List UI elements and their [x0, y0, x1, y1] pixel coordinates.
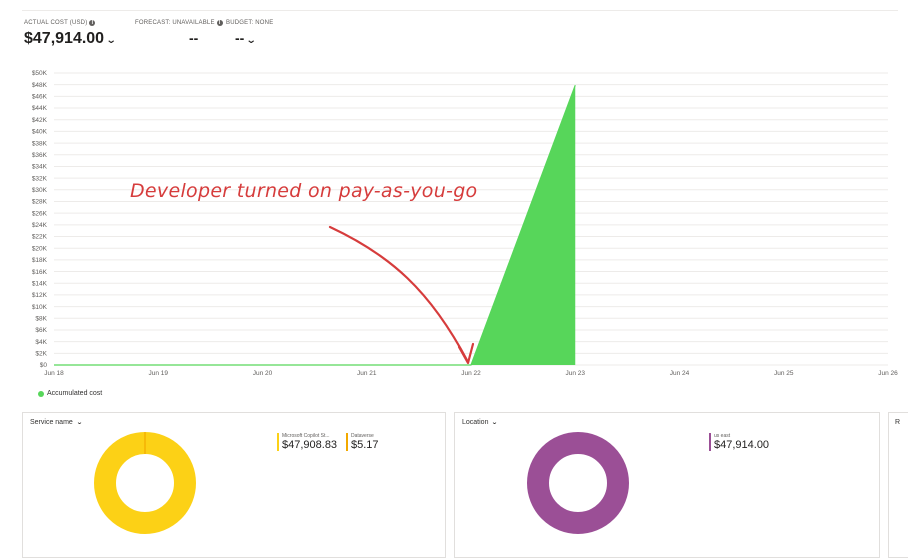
y-tick-label: $10K	[32, 304, 48, 311]
x-tick-label: Jun 22	[461, 370, 481, 377]
x-tick-label: Jun 21	[357, 370, 377, 377]
y-tick-label: $42K	[32, 117, 48, 124]
service-name-header: Service name	[30, 419, 73, 426]
donut-slice-us-east[interactable]	[527, 432, 629, 534]
cost-chart: $0 $2K $4K $6K $8K $10K $12K $14K $16K $18K $20K $2…	[32, 70, 898, 377]
kpi-forecast-value: --	[189, 30, 199, 46]
panel-location: Location ⌄ us east $47,914.00	[454, 412, 880, 558]
kpi-actual-cost-label: ACTUAL COST (USD)	[24, 20, 88, 26]
chevron-down-icon: ⌄	[76, 420, 83, 426]
info-icon[interactable]: i	[89, 20, 96, 26]
y-tick-label: $50K	[32, 70, 48, 77]
x-tick-label: Jun 18	[44, 370, 64, 377]
y-tick-label: $30K	[32, 187, 48, 194]
chart-legend[interactable]: Accumulated cost	[38, 390, 102, 397]
kpi-actual-cost: ACTUAL COST (USD) i $47,914.00 ⌄	[24, 20, 117, 48]
y-tick-label: $18K	[32, 257, 48, 264]
y-tick-label: $36K	[32, 152, 48, 159]
kpi-budget-value-row[interactable]: -- ⌄	[226, 30, 273, 46]
y-tick-label: $22K	[32, 234, 48, 241]
panel-service-name: Service name ⌄ Microsoft Copilot St... $…	[22, 412, 446, 558]
legend-item-value: $47,908.83	[282, 439, 338, 451]
legend-dot	[38, 390, 44, 397]
y-tick-label: $40K	[32, 129, 48, 136]
info-icon[interactable]: i	[216, 20, 223, 26]
legend-label: Accumulated cost	[47, 390, 103, 397]
x-tick-label: Jun 19	[148, 370, 168, 377]
y-tick-label: $6K	[35, 327, 47, 334]
y-tick-label: $16K	[32, 269, 48, 276]
kpi-budget-label: BUDGET: NONE	[226, 20, 274, 26]
y-tick-label: $34K	[32, 164, 48, 171]
y-tick-label: $12K	[32, 292, 48, 299]
service-name-dropdown[interactable]: Service name ⌄	[30, 419, 83, 426]
y-tick-label: $46K	[32, 94, 48, 101]
legend-item-dataverse[interactable]: Dataverse $5.17	[346, 433, 379, 451]
location-dropdown[interactable]: Location ⌄	[462, 419, 498, 426]
x-tick-label: Jun 23	[565, 370, 585, 377]
y-tick-label: $48K	[32, 82, 48, 89]
kpi-budget-value: --	[235, 30, 245, 46]
y-tick-label: $26K	[32, 210, 48, 217]
location-donut[interactable]	[526, 431, 630, 535]
chevron-down-icon[interactable]: ⌄	[106, 35, 117, 46]
y-tick-label: $0	[40, 362, 48, 369]
kpi-forecast-label: FORECAST: UNAVAILABLE	[135, 20, 215, 26]
kpi-actual-cost-value: $47,914.00	[24, 30, 105, 47]
y-tick-label: $20K	[32, 245, 48, 252]
annotation-text: Developer turned on pay-as-you-go	[130, 180, 478, 202]
donut-slice-copilot[interactable]	[94, 432, 196, 534]
location-header: Location	[462, 419, 489, 426]
x-tick-label: Jun 24	[670, 370, 690, 377]
legend-item-copilot[interactable]: Microsoft Copilot St... $47,908.83	[277, 433, 337, 451]
y-tick-label: $8K	[35, 315, 47, 322]
third-panel-header: R	[895, 419, 901, 426]
panel-third: R	[888, 412, 908, 558]
x-tick-label: Jun 25	[774, 370, 794, 377]
y-tick-label: $44K	[32, 105, 48, 112]
legend-item-value: $5.17	[351, 439, 379, 451]
y-tick-label: $32K	[32, 175, 48, 182]
service-donut[interactable]	[93, 431, 197, 535]
x-tick-label: Jun 26	[878, 370, 898, 377]
y-tick-label: $28K	[32, 199, 48, 206]
legend-item-us-east[interactable]: us east $47,914.00	[709, 433, 769, 451]
y-tick-label: $14K	[32, 280, 48, 287]
kpi-forecast: FORECAST: UNAVAILABLE i --	[135, 20, 223, 46]
top-divider	[22, 10, 898, 11]
y-tick-label: $38K	[32, 140, 48, 147]
chevron-down-icon: ⌄	[491, 420, 499, 426]
legend-item-value: $47,914.00	[714, 439, 770, 451]
y-tick-label: $4K	[35, 339, 47, 346]
kpi-actual-cost-value-row[interactable]: $47,914.00 ⌄	[24, 30, 117, 48]
chevron-down-icon[interactable]: ⌄	[246, 35, 257, 46]
y-tick-label: $2K	[35, 351, 47, 358]
y-tick-label: $24K	[32, 222, 48, 229]
x-tick-label: Jun 20	[253, 370, 273, 377]
kpi-budget: BUDGET: NONE -- ⌄	[226, 20, 273, 46]
